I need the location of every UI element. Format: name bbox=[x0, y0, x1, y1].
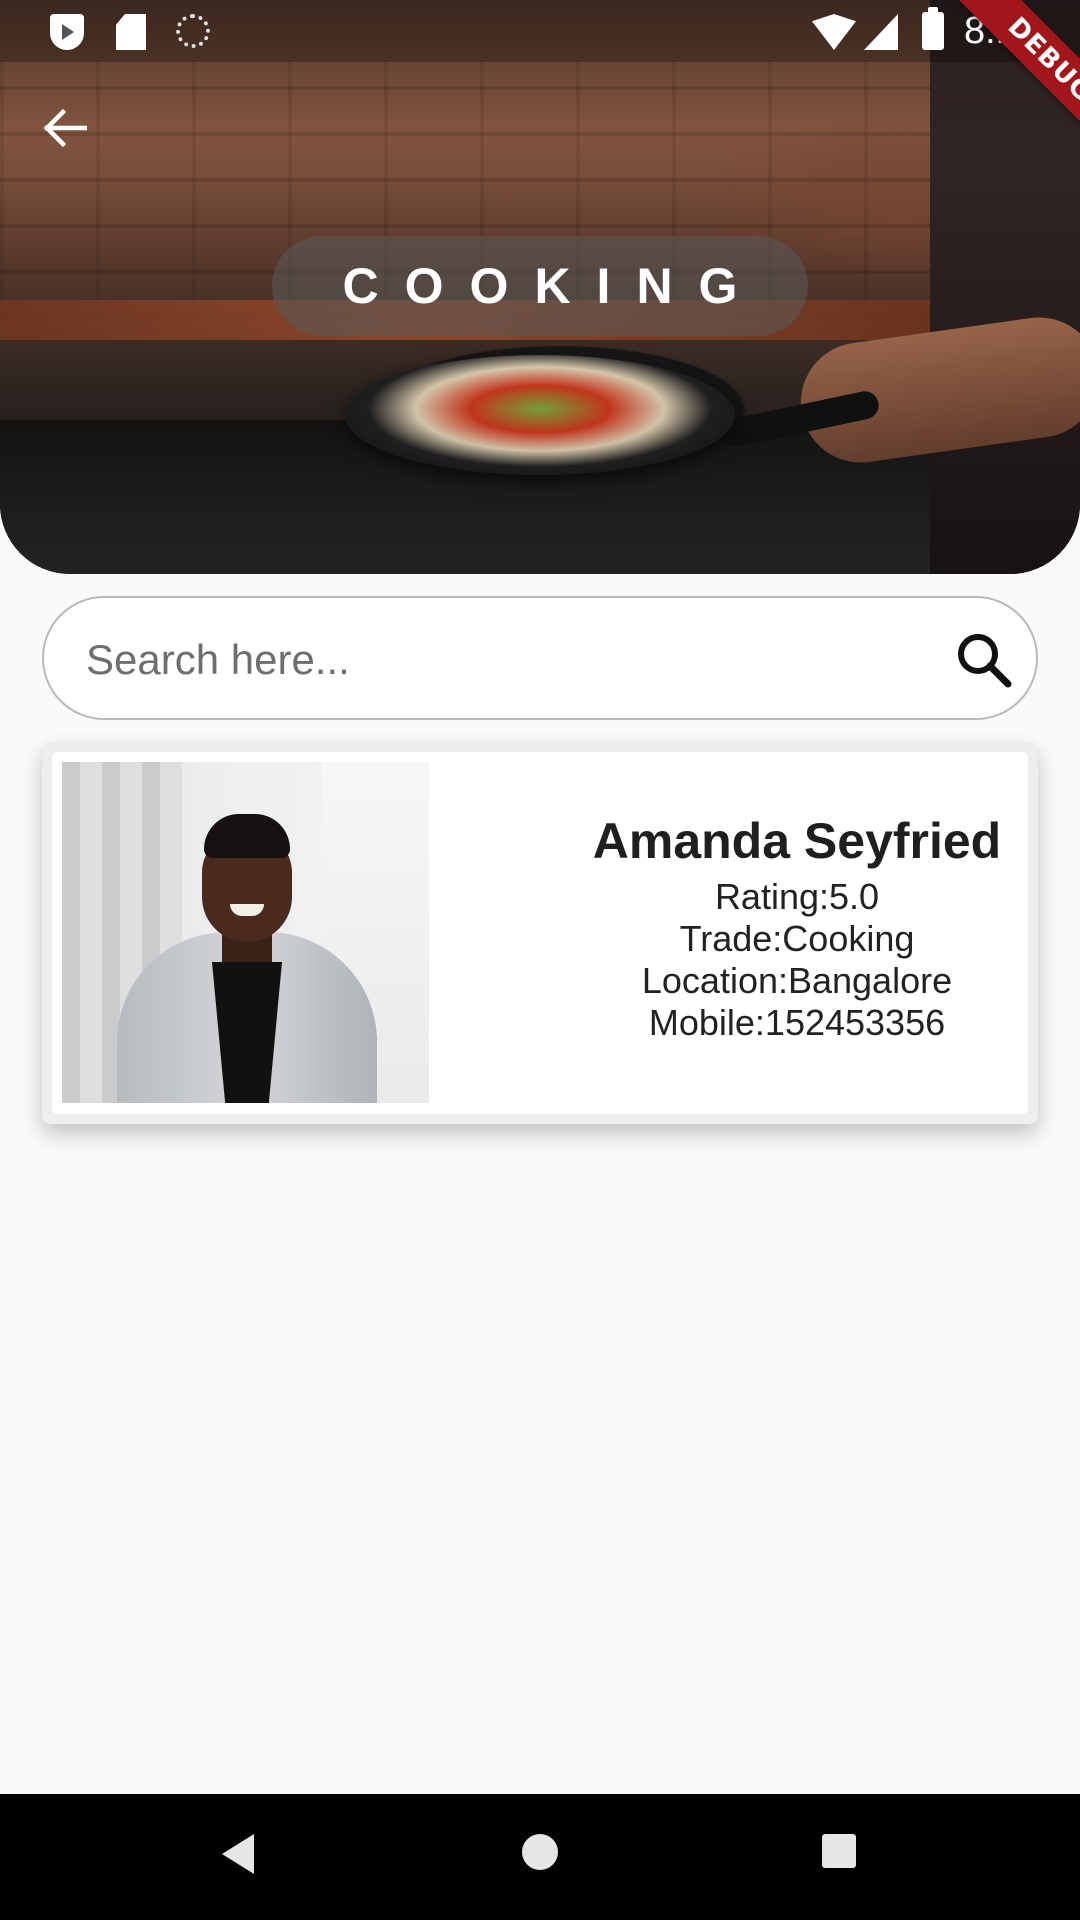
worker-name: Amanda Seyfried bbox=[592, 813, 1002, 869]
worker-card[interactable]: Amanda Seyfried Rating:5.0 Trade:Cooking… bbox=[52, 752, 1028, 1114]
system-nav-bar bbox=[0, 1794, 1080, 1920]
sync-icon bbox=[176, 14, 210, 48]
category-title-pill: COOKING bbox=[272, 236, 808, 336]
worker-photo bbox=[62, 762, 429, 1103]
search-icon[interactable] bbox=[952, 628, 1016, 692]
sd-card-icon bbox=[116, 14, 146, 50]
cell-signal-icon bbox=[864, 14, 898, 50]
worker-mobile: Mobile:152453356 bbox=[648, 1002, 946, 1043]
home-circle-icon[interactable] bbox=[522, 1834, 558, 1870]
worker-info: Amanda Seyfried Rating:5.0 Trade:Cooking… bbox=[582, 812, 1012, 1044]
page-title: COOKING bbox=[342, 258, 764, 314]
status-bar: 8:11 bbox=[0, 0, 1080, 62]
worker-rating: Rating:5.0 bbox=[714, 876, 880, 917]
worker-trade: Trade:Cooking bbox=[679, 918, 915, 959]
worker-location: Location:Bangalore bbox=[641, 960, 953, 1001]
shield-play-icon bbox=[50, 14, 84, 50]
battery-icon bbox=[922, 7, 944, 50]
back-button[interactable] bbox=[36, 100, 92, 156]
wifi-icon bbox=[812, 14, 856, 50]
back-triangle-icon[interactable] bbox=[222, 1834, 254, 1874]
recents-square-icon[interactable] bbox=[822, 1834, 856, 1868]
search-input[interactable] bbox=[84, 618, 948, 702]
arrow-back-icon bbox=[43, 108, 87, 148]
search-bar bbox=[42, 596, 1038, 720]
